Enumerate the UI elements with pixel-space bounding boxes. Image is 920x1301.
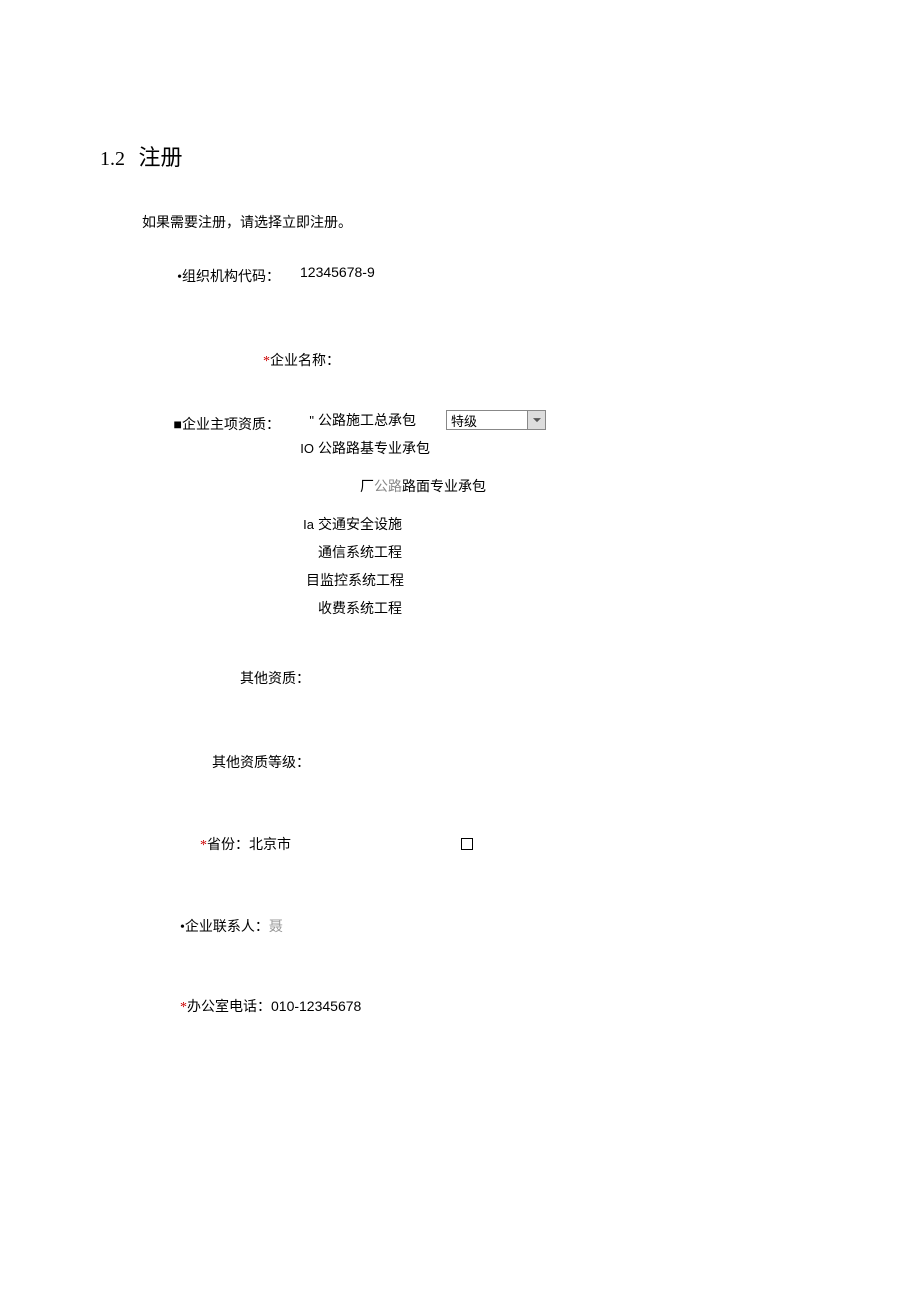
phone-value: 010-12345678 <box>271 998 361 1014</box>
main-qualification-section: ■企业主项资质： " 公路施工总承包 特级 IO 公路路基专业承包 厂公路路面专… <box>160 410 820 626</box>
qual-item-3: 厂公路路面专业承包 <box>360 476 546 496</box>
select-text: 特级 <box>447 411 527 430</box>
qual-item-1: " 公路施工总承包 特级 <box>300 410 546 430</box>
other-qualification-row: 其他资质： <box>160 666 820 688</box>
intro-text: 如果需要注册，请选择立即注册。 <box>142 212 820 232</box>
qual-text-3-rest: 路面专业承包 <box>402 476 486 496</box>
qual-label-text: 企业主项资质： <box>182 418 280 433</box>
qual-item-7: 收费系统工程 <box>318 598 546 618</box>
qual-text-3-gray: 公路 <box>374 476 402 496</box>
qual-text-1: 公路施工总承包 <box>318 410 416 430</box>
province-value: 北京市 <box>249 838 291 853</box>
qual-text-5: 通信系统工程 <box>318 542 402 562</box>
qual-item-5: 通信系统工程 <box>318 542 546 562</box>
org-code-value: 12345678-9 <box>300 264 375 280</box>
qual-text-6: 目监控系统工程 <box>306 570 404 590</box>
qual-bullet: ■ <box>174 418 182 433</box>
section-heading: 1.2 注册 <box>100 140 820 172</box>
province-checkbox[interactable] <box>461 838 473 850</box>
qualification-level-select[interactable]: 特级 <box>446 410 546 430</box>
qual-prefix-2: IO <box>300 441 314 456</box>
main-qualification-label: ■企业主项资质： <box>160 410 280 434</box>
phone-star: * <box>180 1000 187 1015</box>
qual-prefix-4: Ia <box>300 517 314 532</box>
contact-label: 企业联系人： <box>185 920 269 935</box>
company-name-label: *企业名称： <box>160 348 340 370</box>
phone-label: 办公室电话： <box>187 1000 271 1015</box>
province-label-text: 省份： <box>207 838 249 853</box>
office-phone-row: *办公室电话：010-12345678 <box>180 996 820 1016</box>
required-star: * <box>263 354 270 369</box>
qual-text-4: 交通安全设施 <box>318 514 402 534</box>
qual-item-4: Ia 交通安全设施 <box>300 514 546 534</box>
province-row: *省份：北京市 <box>200 834 820 854</box>
qual-text-2: 公路路基专业承包 <box>318 438 430 458</box>
qual-item-2: IO 公路路基专业承包 <box>300 438 546 458</box>
chevron-down-icon <box>527 411 545 429</box>
company-name-row: *企业名称： <box>160 348 820 370</box>
qual-prefix-1: " <box>300 413 314 428</box>
qual-text-7: 收费系统工程 <box>318 598 402 618</box>
contact-row: •企业联系人：聂 <box>180 916 820 936</box>
qualification-list: " 公路施工总承包 特级 IO 公路路基专业承包 厂公路路面专业承包 Ia 交通… <box>300 410 546 626</box>
contact-value: 聂 <box>269 920 283 935</box>
other-qualification-level-row: 其他资质等级： <box>160 750 820 772</box>
province-star: * <box>200 838 207 853</box>
org-code-row: •组织机构代码： 12345678-9 <box>160 264 820 286</box>
other-qualification-label: 其他资质： <box>160 666 310 688</box>
heading-number: 1.2 <box>100 148 125 170</box>
qual-prefix-3: 厂 <box>360 476 374 496</box>
other-qualification-level-label: 其他资质等级： <box>160 750 310 772</box>
heading-title: 注册 <box>139 145 183 170</box>
province-label: *省份：北京市 <box>200 834 291 854</box>
org-code-label: •组织机构代码： <box>160 264 280 286</box>
qual-item-6: 目监控系统工程 <box>306 570 546 590</box>
company-name-label-text: 企业名称： <box>270 354 340 369</box>
